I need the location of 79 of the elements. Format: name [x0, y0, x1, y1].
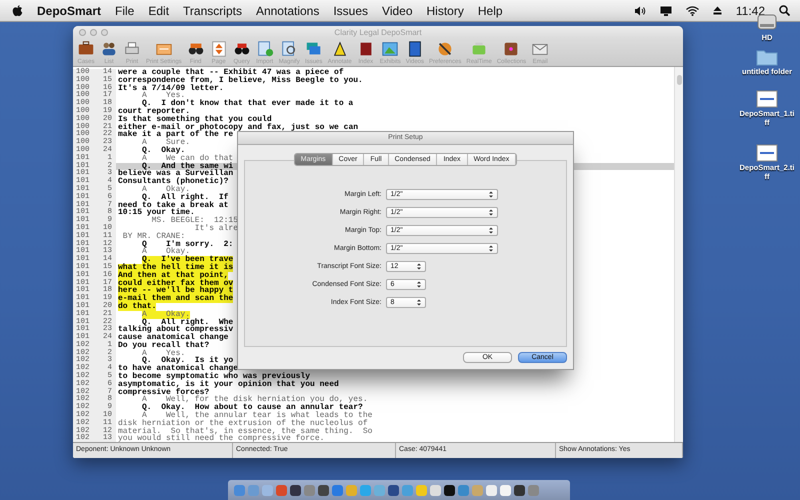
- transcript-line[interactable]: Q. All right. Whe: [142, 318, 234, 326]
- transcript-line[interactable]: Q. All right. If: [142, 194, 228, 202]
- image-file-icon: [756, 144, 778, 162]
- menu-item[interactable]: Video: [382, 4, 413, 18]
- transcript-line[interactable]: A Well, the annular tear is what leads to the: [142, 412, 372, 420]
- menu-item[interactable]: File: [115, 4, 134, 18]
- menu-item[interactable]: Help: [478, 4, 503, 18]
- picture-icon: [381, 40, 400, 58]
- transcript-line[interactable]: were a couple that -- Exhibit 47 was a piece of: [118, 69, 344, 77]
- zoom-button[interactable]: [101, 28, 108, 36]
- transcript-line[interactable]: material. So that's, in essence, the same thing. So: [118, 428, 372, 436]
- app-icon[interactable]: [514, 484, 525, 496]
- wifi-icon[interactable]: [686, 6, 699, 16]
- people-icon: [100, 40, 118, 58]
- transcript-line[interactable]: A Okay.: [142, 186, 190, 194]
- app-icon[interactable]: [318, 484, 329, 496]
- menu-item[interactable]: Annotations: [256, 4, 320, 18]
- app-icon[interactable]: [388, 484, 399, 496]
- apple-logo-icon[interactable]: [12, 4, 23, 16]
- up-down-chevron-icon: [416, 263, 420, 270]
- transcript-line[interactable]: to have anatomical change: [118, 365, 238, 374]
- transcript-line[interactable]: A Sure.: [142, 139, 190, 147]
- transcript-line[interactable]: Is that something that you could: [118, 116, 272, 124]
- menu-item[interactable]: Edit: [148, 4, 170, 18]
- transcript-line[interactable]: believe was a Surveillan: [118, 170, 234, 178]
- transcript-line[interactable]: cause anatomical change: [118, 334, 228, 342]
- transcript-line[interactable]: BY MR. CRANE:: [122, 232, 186, 241]
- transcript-line[interactable]: A We can do that: [142, 154, 234, 163]
- image-file-icon: [756, 90, 778, 108]
- transcript-line[interactable]: It's alre: [194, 224, 238, 233]
- transcript-line[interactable]: to become symptomatic who was previously: [118, 373, 310, 381]
- transcript-line[interactable]: compressive forces?: [118, 388, 210, 396]
- transcript-line[interactable]: Do you recall that?: [118, 342, 210, 350]
- speaker-icon[interactable]: [634, 6, 646, 16]
- transcript-line[interactable]: A Yes.: [142, 350, 186, 358]
- scroll-thumb[interactable]: [676, 75, 682, 85]
- transcript-line[interactable]: either e-mail or photocopy and fax, just so we can: [118, 124, 358, 132]
- transcript-line[interactable]: need to take a break at: [118, 202, 228, 210]
- transcript-line[interactable]: Q. Okay. How about to cause an annular tear?: [142, 404, 363, 412]
- transcript-line[interactable]: make it a part of the re: [118, 131, 234, 140]
- up-down-chevron-icon: [488, 209, 492, 216]
- folder-icon: [756, 48, 778, 66]
- transcript-line[interactable]: court reporter.: [118, 108, 190, 116]
- transcript-line[interactable]: MS. BEEGLE: 12:15: [152, 217, 238, 225]
- eject-icon[interactable]: [712, 6, 722, 15]
- transcript-line[interactable]: A Well, for the disk herniation you do, yes.: [142, 396, 368, 404]
- clock[interactable]: 11:42: [736, 4, 765, 18]
- transcript-line[interactable]: A Okay.: [142, 248, 190, 256]
- transcript-line[interactable]: talking about compressiv: [118, 326, 234, 334]
- transcript-line[interactable]: Consultants (phonetic)?: [118, 178, 228, 186]
- transcript-line[interactable]: It's a 7/14/09 letter.: [118, 84, 224, 92]
- up-down-chevron-icon: [488, 191, 492, 198]
- display-icon[interactable]: [660, 6, 672, 16]
- transcript-line[interactable]: Q. I don't know that that ever made it to a: [142, 100, 354, 108]
- transcript-line[interactable]: correspondence from, I believe, Miss Beegle to you.: [118, 76, 363, 85]
- app-icon[interactable]: [290, 484, 301, 496]
- transcript-line[interactable]: Q. Okay. Is it yo: [142, 357, 234, 366]
- close-button[interactable]: [79, 28, 86, 36]
- window-title: Clarity Legal DepoSmart: [333, 28, 423, 36]
- transcript-line[interactable]: disk herniation or the extrusion of the nucleolus of: [118, 420, 368, 428]
- transcript-line[interactable]: asymptomatic, is it your opinion that you need: [118, 380, 339, 389]
- menu-item[interactable]: Issues: [333, 4, 368, 18]
- menu-item[interactable]: Transcripts: [183, 4, 242, 18]
- up-down-chevron-icon: [416, 299, 420, 306]
- app-icon[interactable]: [444, 484, 455, 496]
- transcript-line[interactable]: 10:15 your time.: [118, 209, 195, 218]
- up-down-chevron-icon: [488, 227, 492, 234]
- transcript-line[interactable]: Q I'm sorry. 2:: [142, 240, 234, 248]
- transcript-line[interactable]: A Yes.: [142, 92, 186, 100]
- scroll-bar[interactable]: [674, 67, 683, 442]
- app-menu[interactable]: DepoSmart: [37, 4, 102, 18]
- up-down-chevron-icon: [488, 245, 492, 252]
- search-icon[interactable]: [779, 5, 790, 16]
- up-down-chevron-icon: [416, 281, 420, 288]
- transcript-line[interactable]: Q. Okay.: [142, 146, 186, 155]
- document-plus-icon: [256, 40, 274, 58]
- transcript-line[interactable]: you would still need the compressive force.: [118, 435, 324, 442]
- minimize-button[interactable]: [90, 28, 97, 36]
- menu-item[interactable]: History: [426, 4, 464, 18]
